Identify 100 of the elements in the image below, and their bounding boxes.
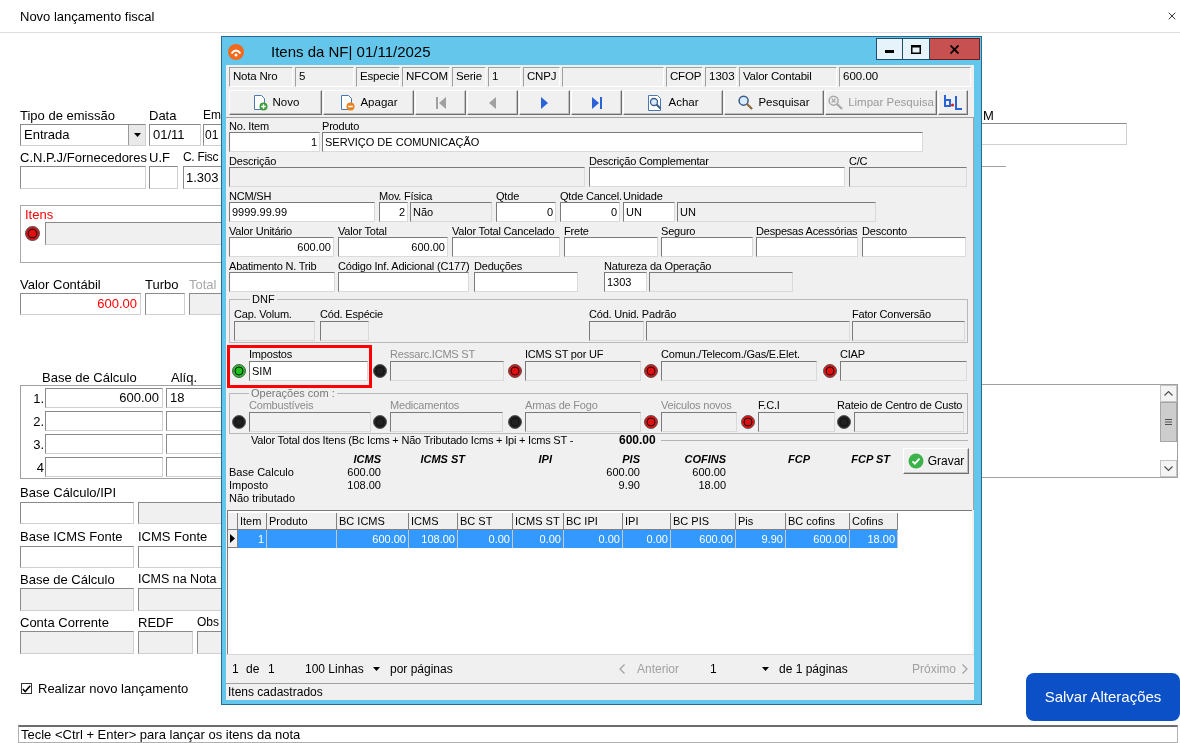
input-field[interactable]	[149, 166, 178, 189]
input-field[interactable]	[756, 237, 858, 257]
last-button[interactable]	[571, 90, 622, 115]
chevron-down-icon[interactable]	[1160, 460, 1177, 477]
input-field[interactable]	[649, 272, 793, 292]
input-field[interactable]	[166, 457, 221, 477]
input-field[interactable]: Não	[410, 202, 492, 222]
checkbox-label: Realizar novo lançamento	[38, 681, 189, 696]
minimize-button[interactable]	[876, 38, 903, 60]
input-field[interactable]	[982, 123, 1127, 145]
input-field[interactable]	[45, 434, 163, 454]
input-field[interactable]	[646, 321, 850, 341]
page-size-dropdown[interactable]: 100 Linhas	[305, 660, 380, 678]
input-field[interactable]	[229, 272, 335, 292]
group-label: Operações com :	[250, 387, 336, 399]
input-field[interactable]	[589, 167, 845, 187]
input-field[interactable]	[197, 631, 221, 654]
input-field[interactable]: 0	[560, 202, 620, 222]
input-field[interactable]	[564, 237, 658, 257]
input-field[interactable]: 600.00	[229, 237, 334, 257]
input-field[interactable]	[138, 502, 221, 524]
input-field[interactable]: NFCOM	[402, 67, 450, 87]
input-field[interactable]	[20, 502, 134, 524]
close-icon[interactable]	[1166, 10, 1178, 22]
input-field[interactable]	[474, 272, 578, 292]
maximize-button[interactable]	[903, 38, 930, 60]
field-label: Abatimento N. Trib	[229, 260, 317, 272]
page-dropdown[interactable]: 1	[710, 660, 769, 678]
scroll-thumb[interactable]	[1160, 402, 1177, 442]
input-field[interactable]	[661, 361, 817, 381]
input-field[interactable]: 18	[166, 388, 221, 408]
input-field[interactable]	[661, 237, 753, 257]
row-number: 3.	[33, 436, 44, 452]
input-field[interactable]	[840, 361, 967, 381]
input-field[interactable]	[138, 588, 221, 611]
pagination-text: de	[246, 661, 260, 678]
input-field[interactable]: 1303	[604, 272, 647, 292]
field-label: Obs	[197, 615, 219, 630]
input-field[interactable]: 2	[379, 202, 408, 222]
check-circle-icon	[907, 453, 924, 469]
input-field[interactable]: 9999.99.99	[229, 202, 375, 222]
input-field[interactable]	[20, 631, 134, 654]
input-field[interactable]	[166, 411, 221, 431]
input-field[interactable]: 1.303	[183, 166, 221, 189]
input-field[interactable]	[138, 631, 193, 654]
search-button[interactable]: Pesquisar	[724, 90, 824, 115]
input-field[interactable]: UN	[623, 202, 675, 222]
save-button[interactable]: Gravar	[903, 448, 969, 474]
input-field[interactable]	[589, 321, 644, 341]
input-field[interactable]	[45, 222, 221, 245]
delete-button[interactable]: Apagar	[323, 90, 414, 115]
field-label: F.C.I	[758, 399, 780, 411]
input-field[interactable]	[862, 237, 966, 257]
caret-right-icon	[230, 534, 235, 543]
input-field[interactable]: 1303	[705, 67, 737, 87]
input-field[interactable]	[562, 67, 664, 87]
status-text: Itens cadastrados	[228, 685, 323, 699]
input-field[interactable]	[145, 293, 185, 315]
scrollbar[interactable]	[1160, 385, 1177, 477]
input-field[interactable]: 0	[496, 202, 556, 222]
input-field[interactable]	[166, 434, 221, 454]
input-field[interactable]	[229, 167, 585, 187]
input-field[interactable]	[20, 546, 134, 568]
field-label: REDF	[138, 615, 174, 630]
field-label: Produto	[322, 120, 360, 132]
input-field[interactable]: 1	[229, 132, 320, 152]
input-field[interactable]: 01	[203, 124, 221, 146]
new-button[interactable]: Novo	[229, 90, 322, 115]
input-field[interactable]	[849, 167, 967, 187]
input-field[interactable]: 5	[295, 67, 354, 87]
dropdown[interactable]: Entrada	[20, 124, 146, 146]
input-field[interactable]: 600.00	[338, 237, 448, 257]
layout-button[interactable]	[938, 90, 968, 115]
input-field[interactable]: SIM	[249, 361, 368, 381]
input-field[interactable]	[452, 237, 560, 257]
find-button[interactable]: Achar	[623, 90, 723, 115]
input-field[interactable]: 01/11	[149, 124, 201, 146]
input-field[interactable]	[338, 272, 469, 292]
input-field[interactable]: 600.00	[20, 293, 141, 315]
save-button[interactable]: Salvar Alterações	[1026, 673, 1180, 721]
input-field[interactable]	[234, 321, 315, 341]
input-field[interactable]: 600.00	[45, 388, 163, 408]
input-field[interactable]	[138, 546, 221, 568]
table-cell: 0.00	[564, 530, 623, 548]
input-field[interactable]	[320, 321, 369, 341]
input-field[interactable]	[525, 361, 641, 381]
input-field[interactable]: UN	[677, 202, 876, 222]
input-field[interactable]	[20, 166, 146, 189]
input-field[interactable]: 600.00	[839, 67, 971, 87]
chevron-up-icon[interactable]	[1160, 385, 1177, 402]
input-field[interactable]: SERVIÇO DE COMUNICAÇÃO	[322, 132, 923, 152]
close-button[interactable]	[930, 38, 980, 60]
next-button[interactable]	[519, 90, 570, 115]
input-field[interactable]	[45, 411, 163, 431]
input-field[interactable]: 1	[488, 67, 521, 87]
column-header: Produto	[267, 513, 337, 530]
checkbox[interactable]	[21, 683, 32, 694]
input-field[interactable]	[45, 457, 163, 477]
input-field[interactable]	[20, 588, 134, 611]
input-field[interactable]	[852, 321, 965, 341]
